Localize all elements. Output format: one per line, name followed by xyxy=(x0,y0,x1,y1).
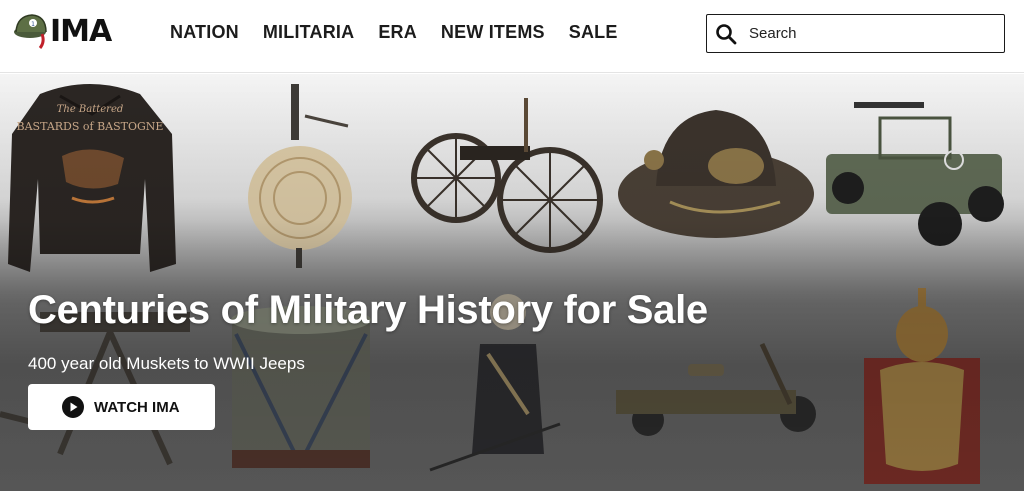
svg-text:1: 1 xyxy=(31,21,35,28)
site-header: 1 IMA NATION MILITARIA ERA NEW ITEMS SAL… xyxy=(0,0,1024,73)
nav-nation[interactable]: NATION xyxy=(170,21,239,43)
search-icon[interactable] xyxy=(715,23,737,45)
main-nav: NATION MILITARIA ERA NEW ITEMS SALE xyxy=(170,21,642,43)
play-icon xyxy=(62,396,84,418)
watch-ima-button[interactable]: WATCH IMA xyxy=(28,384,215,430)
watch-ima-label: WATCH IMA xyxy=(94,398,180,416)
nav-militaria[interactable]: MILITARIA xyxy=(263,21,354,43)
logo-text: IMA xyxy=(50,14,112,49)
nav-new-items[interactable]: NEW ITEMS xyxy=(441,21,545,43)
hero-title: Centuries of Military History for Sale xyxy=(28,288,708,332)
site-logo[interactable]: 1 IMA xyxy=(12,8,122,50)
search-input[interactable] xyxy=(749,25,989,42)
nav-era[interactable]: ERA xyxy=(378,21,417,43)
nav-sale[interactable]: SALE xyxy=(569,21,618,43)
helmet-logo-icon: 1 xyxy=(14,14,47,49)
search-box[interactable] xyxy=(706,14,1005,53)
hero-banner: The Battered BASTARDS of BASTOGNE xyxy=(0,74,1024,491)
hero-subtitle: 400 year old Muskets to WWII Jeeps xyxy=(28,354,305,373)
